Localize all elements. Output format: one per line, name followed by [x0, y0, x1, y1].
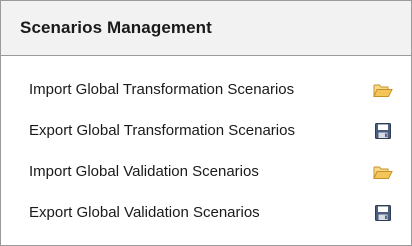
folder-open-icon[interactable]	[370, 164, 396, 180]
export-global-validation-scenarios-item[interactable]: Export Global Validation Scenarios	[29, 192, 401, 233]
panel-body: Import Global Transformation Scenarios E…	[1, 56, 411, 233]
scenarios-management-panel: Scenarios Management Import Global Trans…	[0, 0, 412, 246]
floppy-disk-icon[interactable]	[370, 204, 396, 221]
menu-item-label: Export Global Transformation Scenarios	[29, 122, 295, 139]
floppy-disk-icon[interactable]	[370, 122, 396, 139]
menu-item-label: Import Global Validation Scenarios	[29, 163, 259, 180]
import-global-transformation-scenarios-item[interactable]: Import Global Transformation Scenarios	[29, 69, 401, 110]
import-global-validation-scenarios-item[interactable]: Import Global Validation Scenarios	[29, 151, 401, 192]
folder-open-icon[interactable]	[370, 82, 396, 98]
export-global-transformation-scenarios-item[interactable]: Export Global Transformation Scenarios	[29, 110, 401, 151]
menu-item-label: Export Global Validation Scenarios	[29, 204, 260, 221]
panel-title: Scenarios Management	[20, 18, 212, 37]
menu-item-label: Import Global Transformation Scenarios	[29, 81, 295, 98]
panel-header: Scenarios Management	[1, 1, 411, 56]
